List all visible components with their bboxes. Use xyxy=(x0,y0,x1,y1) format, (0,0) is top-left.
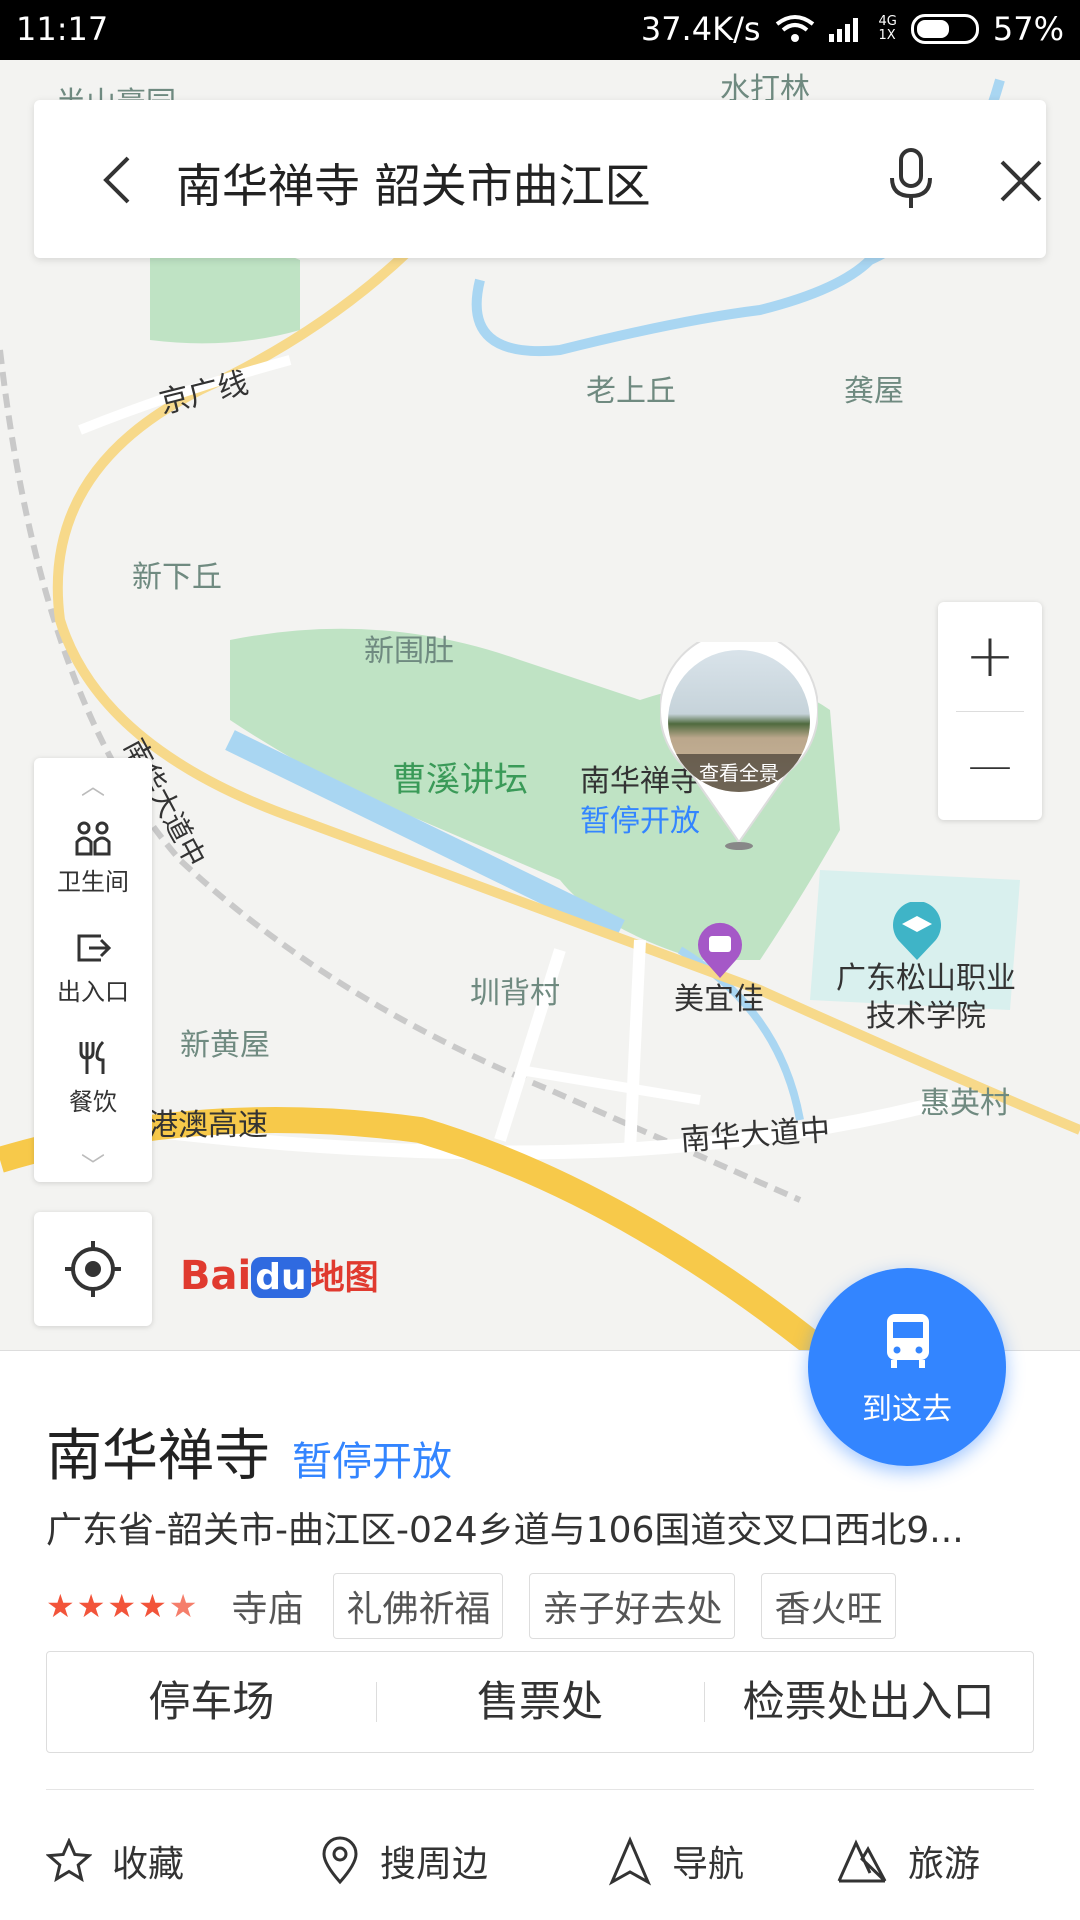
place-tag: 礼佛祈福 xyxy=(333,1573,504,1639)
microphone-icon[interactable] xyxy=(886,148,936,210)
zoom-control: + — xyxy=(938,602,1042,820)
facility-restaurant[interactable]: 餐饮 xyxy=(34,1040,152,1117)
school-marker-icon[interactable] xyxy=(890,902,944,962)
restroom-icon xyxy=(75,821,111,856)
road-white-3 xyxy=(519,1065,701,1105)
star-outline-icon xyxy=(46,1838,92,1883)
map-label-laoshangqiu: 老上丘 xyxy=(586,374,676,409)
signal-icon xyxy=(828,18,858,42)
facility-exit[interactable]: 出入口 xyxy=(34,930,152,1007)
search-nearby-label: 搜周边 xyxy=(380,1844,489,1885)
zoom-out-button[interactable]: — xyxy=(938,712,1042,820)
facility-panel: ︿ 卫生间 出入口 餐饮 ﹀ xyxy=(34,758,152,1182)
map-label-college[interactable]: 广东松山职业技术学院 xyxy=(826,960,1026,1036)
sheet-divider xyxy=(46,1789,1034,1790)
map-label-zhenbeicun: 圳背村 xyxy=(470,976,560,1011)
baidu-map-logo: Bai du 地图 xyxy=(180,1253,379,1299)
mountain-icon xyxy=(837,1839,887,1883)
action-bar: 收藏 搜周边 导航 旅游 xyxy=(0,1811,1080,1911)
sub-poi-parking[interactable]: 停车场 xyxy=(47,1652,376,1752)
facility-restaurant-label: 餐饮 xyxy=(69,1088,117,1116)
map-label-gongwu: 龚屋 xyxy=(844,374,904,409)
map-label-xinweidu: 新围肚 xyxy=(364,634,454,669)
place-status: 暂停开放 xyxy=(292,1439,452,1485)
shopping-marker-icon[interactable] xyxy=(694,920,746,980)
rating-star-icon: ★ xyxy=(107,1587,137,1625)
sub-poi-ticket-office[interactable]: 售票处 xyxy=(375,1652,705,1752)
locate-button[interactable] xyxy=(34,1212,152,1326)
rating-star-icon: ★ xyxy=(76,1587,106,1625)
map-label-xinxiaqiu: 新下丘 xyxy=(132,560,222,595)
search-query[interactable]: 南华禅寺 韶关市曲江区 xyxy=(176,150,651,216)
facility-exit-label: 出入口 xyxy=(57,978,129,1006)
navigation-arrow-icon xyxy=(608,1836,652,1886)
map-label-meiyijia[interactable]: 美宜佳 xyxy=(674,974,764,1018)
panorama-thumbnail[interactable]: 查看全景 xyxy=(668,650,810,792)
rating-star-icon: ★ xyxy=(138,1587,167,1625)
map-label-xinhuangwu: 新黄屋 xyxy=(180,1028,270,1063)
rating-star-icon: ★ xyxy=(46,1587,75,1625)
rating-star-icon: ★ xyxy=(168,1587,198,1625)
travel-button[interactable]: 旅游 xyxy=(836,1835,980,1887)
go-here-button[interactable]: 到这去 xyxy=(808,1268,1006,1466)
locate-icon xyxy=(65,1241,121,1297)
rating-stars: ★ ★ ★ ★ ★ xyxy=(46,1587,197,1625)
place-tag: 亲子好去处 xyxy=(529,1573,736,1639)
place-meta: ★ ★ ★ ★ ★ 寺庙 礼佛祈福 亲子好去处 香火旺 xyxy=(46,1573,922,1639)
navigate-label: 导航 xyxy=(672,1844,745,1885)
map-label-expressway: 港澳高速 xyxy=(148,1108,268,1143)
place-tag: 香火旺 xyxy=(761,1573,896,1639)
bus-icon xyxy=(887,1314,929,1368)
panorama-pin[interactable]: 查看全景 xyxy=(660,642,818,852)
facility-restroom-label: 卫生间 xyxy=(57,868,129,896)
wifi-icon xyxy=(775,15,814,42)
place-address[interactable]: 广东省-韶关市-曲江区-024乡道与106国道交叉口西北9... xyxy=(46,1501,1036,1553)
status-time: 11:17 xyxy=(16,10,109,48)
location-pin-icon xyxy=(322,1836,358,1885)
sub-poi-list: 停车场 售票处 检票处出入口 xyxy=(46,1651,1034,1753)
restaurant-icon xyxy=(79,1040,105,1074)
close-icon[interactable] xyxy=(996,150,1046,210)
network-type: 4G 1X xyxy=(878,14,897,43)
battery-percent: 57% xyxy=(992,10,1064,48)
network-speed: 37.4K/s xyxy=(640,10,761,48)
battery-icon xyxy=(910,14,979,44)
zoom-in-button[interactable]: + xyxy=(938,602,1042,710)
place-category: 寺庙 xyxy=(231,1589,304,1630)
facility-restroom[interactable]: 卫生间 xyxy=(34,820,152,897)
search-nearby-button[interactable]: 搜周边 xyxy=(320,1835,488,1887)
chevron-up-icon[interactable]: ︿ xyxy=(34,766,152,801)
chevron-down-icon[interactable]: ﹀ xyxy=(34,1146,152,1181)
back-arrow-icon[interactable] xyxy=(94,150,144,210)
map-label-caoxi[interactable]: 曹溪讲坛 xyxy=(392,752,528,801)
go-here-label: 到这去 xyxy=(862,1392,952,1427)
road-white-2 xyxy=(624,939,646,1151)
search-bar[interactable]: 南华禅寺 韶关市曲江区 xyxy=(34,100,1046,258)
exit-icon xyxy=(77,934,112,962)
favorite-label: 收藏 xyxy=(112,1844,185,1885)
navigate-button[interactable]: 导航 xyxy=(608,1835,744,1887)
favorite-button[interactable]: 收藏 xyxy=(46,1835,184,1887)
map-label-huiyingcun: 惠英村 xyxy=(920,1086,1010,1121)
place-name: 南华禅寺 xyxy=(46,1424,270,1489)
panorama-caption: 查看全景 xyxy=(668,754,810,792)
status-bar: 11:17 37.4K/s 4G 1X 57% xyxy=(0,0,1080,60)
sub-poi-ticket-check-entrance[interactable]: 检票处出入口 xyxy=(704,1652,1033,1752)
travel-label: 旅游 xyxy=(908,1844,981,1885)
